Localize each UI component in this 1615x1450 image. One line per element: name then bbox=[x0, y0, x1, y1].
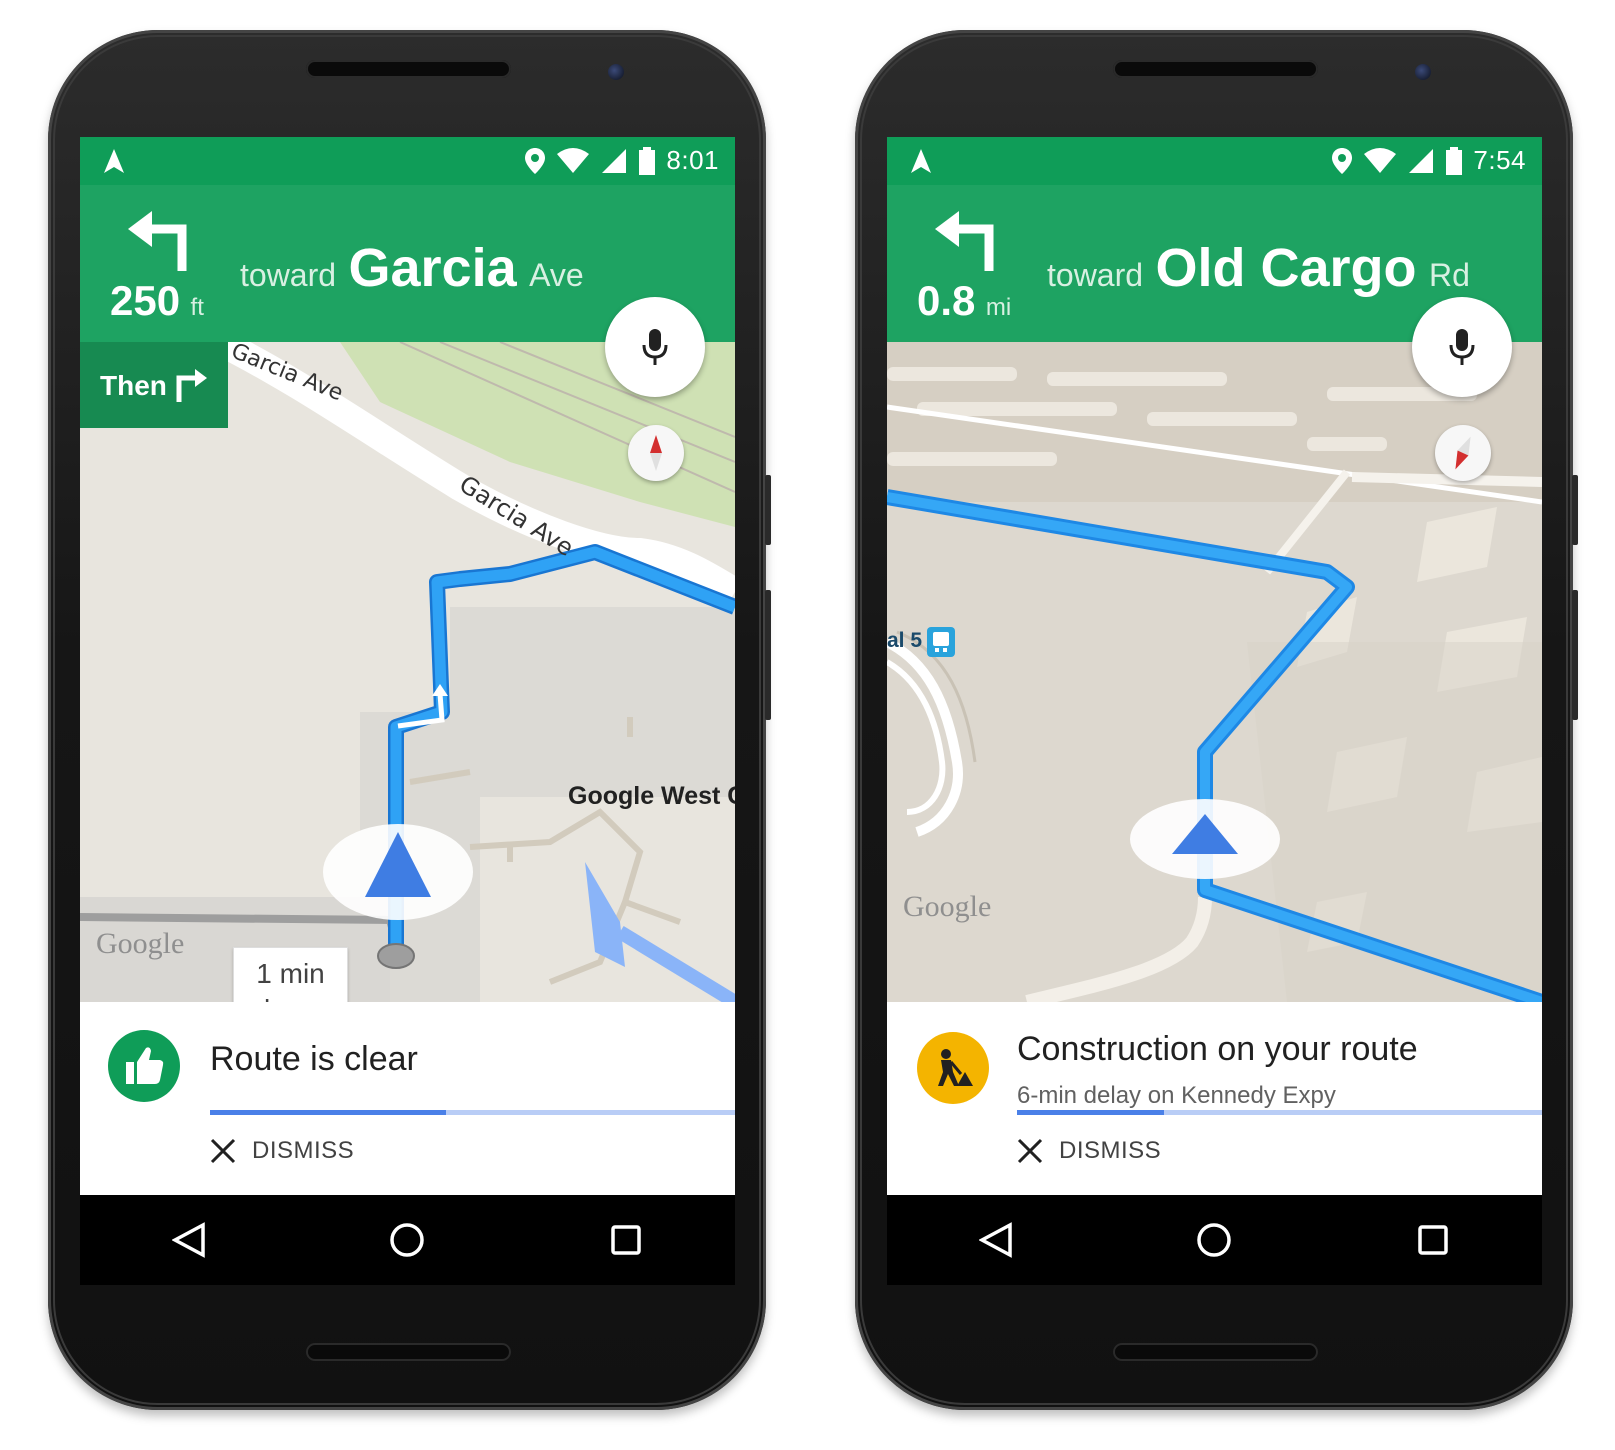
recents-button[interactable] bbox=[581, 1210, 671, 1270]
dismiss-timer-progress bbox=[1017, 1110, 1542, 1115]
route-alert-card[interactable]: Construction on your route 6-min delay o… bbox=[887, 1002, 1542, 1195]
volume-button[interactable] bbox=[765, 590, 771, 720]
navigation-arrow-icon bbox=[104, 149, 124, 173]
then-next-turn: Then bbox=[80, 342, 228, 428]
google-watermark: Google bbox=[903, 890, 992, 923]
cell-signal-icon bbox=[1409, 148, 1434, 173]
system-navigation-bar bbox=[80, 1195, 735, 1285]
power-button[interactable] bbox=[1572, 475, 1578, 545]
location-pin-icon bbox=[1332, 147, 1353, 174]
navigation-arrow-icon bbox=[911, 149, 931, 173]
wifi-icon bbox=[1364, 147, 1397, 173]
back-button[interactable] bbox=[951, 1210, 1041, 1270]
volume-button[interactable] bbox=[1572, 590, 1578, 720]
home-button[interactable] bbox=[1169, 1210, 1259, 1270]
status-bar: 8:01 bbox=[80, 137, 735, 185]
close-icon bbox=[210, 1138, 236, 1164]
compass-icon bbox=[1455, 436, 1471, 470]
dismiss-button[interactable]: DISMISS bbox=[1017, 1137, 1161, 1165]
back-button[interactable] bbox=[144, 1210, 234, 1270]
construction-worker-icon bbox=[917, 1032, 989, 1104]
toward-street: toward Old Cargo Rd bbox=[1047, 238, 1470, 298]
alert-title: Construction on your route bbox=[1017, 1030, 1418, 1068]
distance-to-turn: 0.8 mi bbox=[917, 277, 1012, 324]
compass-button[interactable] bbox=[628, 425, 684, 481]
dismiss-timer-progress bbox=[210, 1110, 735, 1115]
earpiece-speaker bbox=[1113, 60, 1318, 78]
alert-subtitle: 6-min delay on Kennedy Expy bbox=[1017, 1082, 1336, 1109]
cell-signal-icon bbox=[602, 148, 627, 173]
microphone-icon bbox=[642, 329, 668, 365]
status-time: 8:01 bbox=[666, 145, 719, 175]
home-circle-icon bbox=[390, 1223, 425, 1257]
turn-right-arrow-icon bbox=[176, 369, 207, 402]
recents-square-icon bbox=[1418, 1225, 1448, 1255]
recents-square-icon bbox=[611, 1225, 641, 1255]
bottom-speaker bbox=[1113, 1343, 1318, 1361]
status-time: 7:54 bbox=[1473, 145, 1526, 175]
phone-screen: Garcia Ave Garcia Ave Google West C 1 mi… bbox=[80, 137, 735, 1247]
turn-left-arrow-icon bbox=[935, 211, 994, 271]
phone-left: Garcia Ave Garcia Ave Google West C 1 mi… bbox=[48, 30, 771, 1410]
distance-to-turn: 250 ft bbox=[110, 277, 204, 324]
phone-right: al 5 Google 7:54 0.8 mi toward Old Cargo… bbox=[855, 30, 1578, 1410]
alert-title: Route is clear bbox=[210, 1040, 418, 1078]
power-button[interactable] bbox=[765, 475, 771, 545]
phone-screen: al 5 Google 7:54 0.8 mi toward Old Cargo… bbox=[887, 137, 1542, 1247]
location-pin-icon bbox=[525, 147, 546, 174]
thumbs-up-icon bbox=[108, 1030, 180, 1102]
transit-station-label[interactable]: al 5 bbox=[887, 629, 922, 653]
compass-button[interactable] bbox=[1435, 425, 1491, 481]
status-bar: 7:54 bbox=[887, 137, 1542, 185]
earpiece-speaker bbox=[306, 60, 511, 78]
compass-icon bbox=[650, 435, 662, 471]
system-navigation-bar bbox=[887, 1195, 1542, 1285]
voice-search-button[interactable] bbox=[605, 297, 705, 397]
wifi-icon bbox=[557, 147, 590, 173]
battery-icon bbox=[639, 146, 656, 175]
front-camera bbox=[1415, 64, 1431, 80]
place-label[interactable]: Google West C bbox=[568, 782, 735, 811]
home-circle-icon bbox=[1197, 1223, 1232, 1257]
turn-left-arrow-icon bbox=[128, 211, 187, 271]
close-icon bbox=[1017, 1138, 1043, 1164]
google-watermark: Google bbox=[96, 927, 185, 960]
home-button[interactable] bbox=[362, 1210, 452, 1270]
bottom-speaker bbox=[306, 1343, 511, 1361]
dismiss-button[interactable]: DISMISS bbox=[210, 1137, 354, 1165]
battery-icon bbox=[1446, 146, 1463, 175]
voice-search-button[interactable] bbox=[1412, 297, 1512, 397]
recents-button[interactable] bbox=[1388, 1210, 1478, 1270]
microphone-icon bbox=[1449, 329, 1475, 365]
front-camera bbox=[608, 64, 624, 80]
back-triangle-icon bbox=[979, 1222, 1012, 1258]
route-alert-card[interactable]: Route is clear DISMISS bbox=[80, 1002, 735, 1195]
toward-street: toward Garcia Ave bbox=[240, 238, 584, 298]
back-triangle-icon bbox=[172, 1222, 205, 1258]
